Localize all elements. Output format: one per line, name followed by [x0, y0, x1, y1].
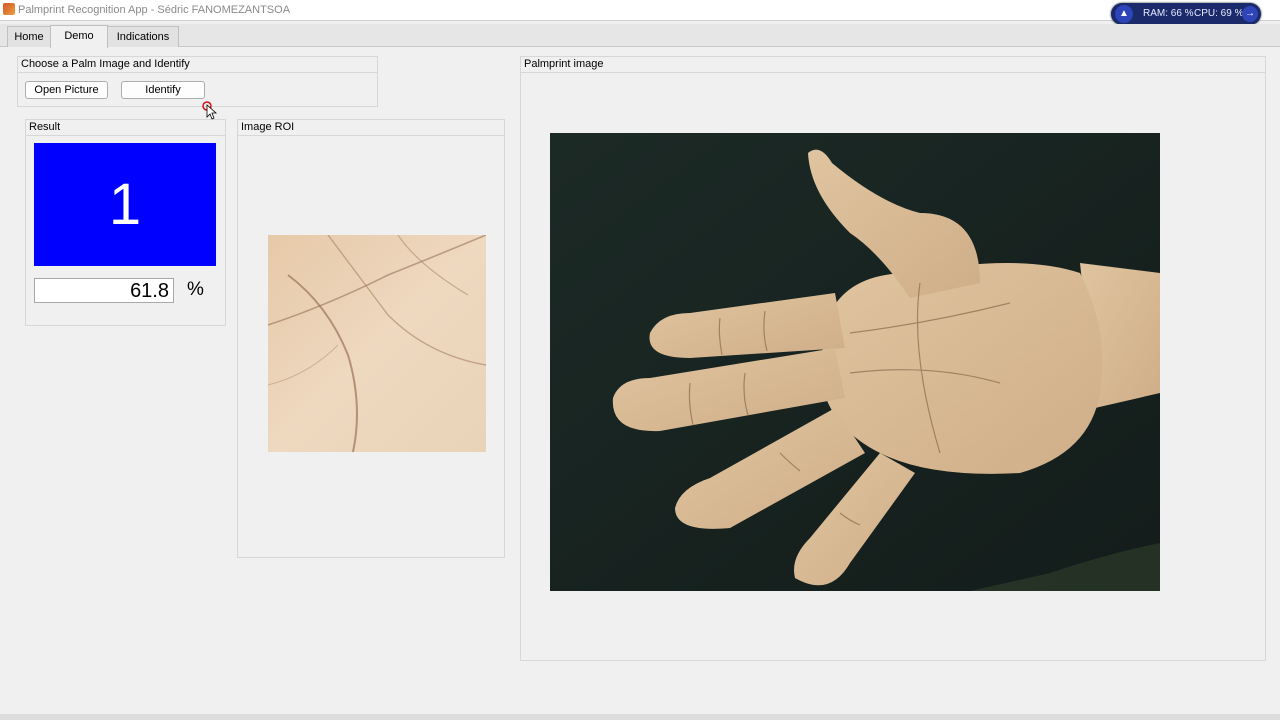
rocket-icon: ▲ — [1115, 5, 1133, 23]
window-titlebar: Palmprint Recognition App - Sédric FANOM… — [0, 0, 1280, 21]
tab-bar: Home Demo Indications — [0, 24, 1280, 48]
roi-panel-title: Image ROI — [238, 120, 504, 136]
tab-home[interactable]: Home — [7, 26, 51, 47]
palmprint-panel-title: Palmprint image — [521, 57, 1265, 73]
palmprint-image — [550, 133, 1160, 591]
bottom-edge — [0, 714, 1280, 720]
result-id-display: 1 — [34, 143, 216, 266]
identify-button[interactable]: Identify — [121, 81, 205, 99]
open-picture-button[interactable]: Open Picture — [25, 81, 108, 99]
system-monitor-widget[interactable]: ▲ RAM: 66 % CPU: 69 % → — [1111, 3, 1261, 25]
arrow-right-icon[interactable]: → — [1242, 6, 1258, 22]
tab-indications[interactable]: Indications — [107, 26, 179, 47]
choose-panel-title: Choose a Palm Image and Identify — [18, 57, 377, 73]
percent-label: % — [187, 279, 204, 300]
match-score-field[interactable]: 61.8 — [34, 278, 174, 303]
mouse-pointer-icon — [202, 101, 218, 120]
ram-usage: RAM: 66 % — [1143, 8, 1194, 19]
tab-demo[interactable]: Demo — [50, 25, 108, 48]
app-icon — [3, 3, 15, 15]
roi-image — [268, 235, 486, 452]
window-title: Palmprint Recognition App - Sédric FANOM… — [18, 4, 291, 16]
cpu-usage: CPU: 69 % — [1194, 8, 1244, 19]
result-panel-title: Result — [26, 120, 225, 136]
